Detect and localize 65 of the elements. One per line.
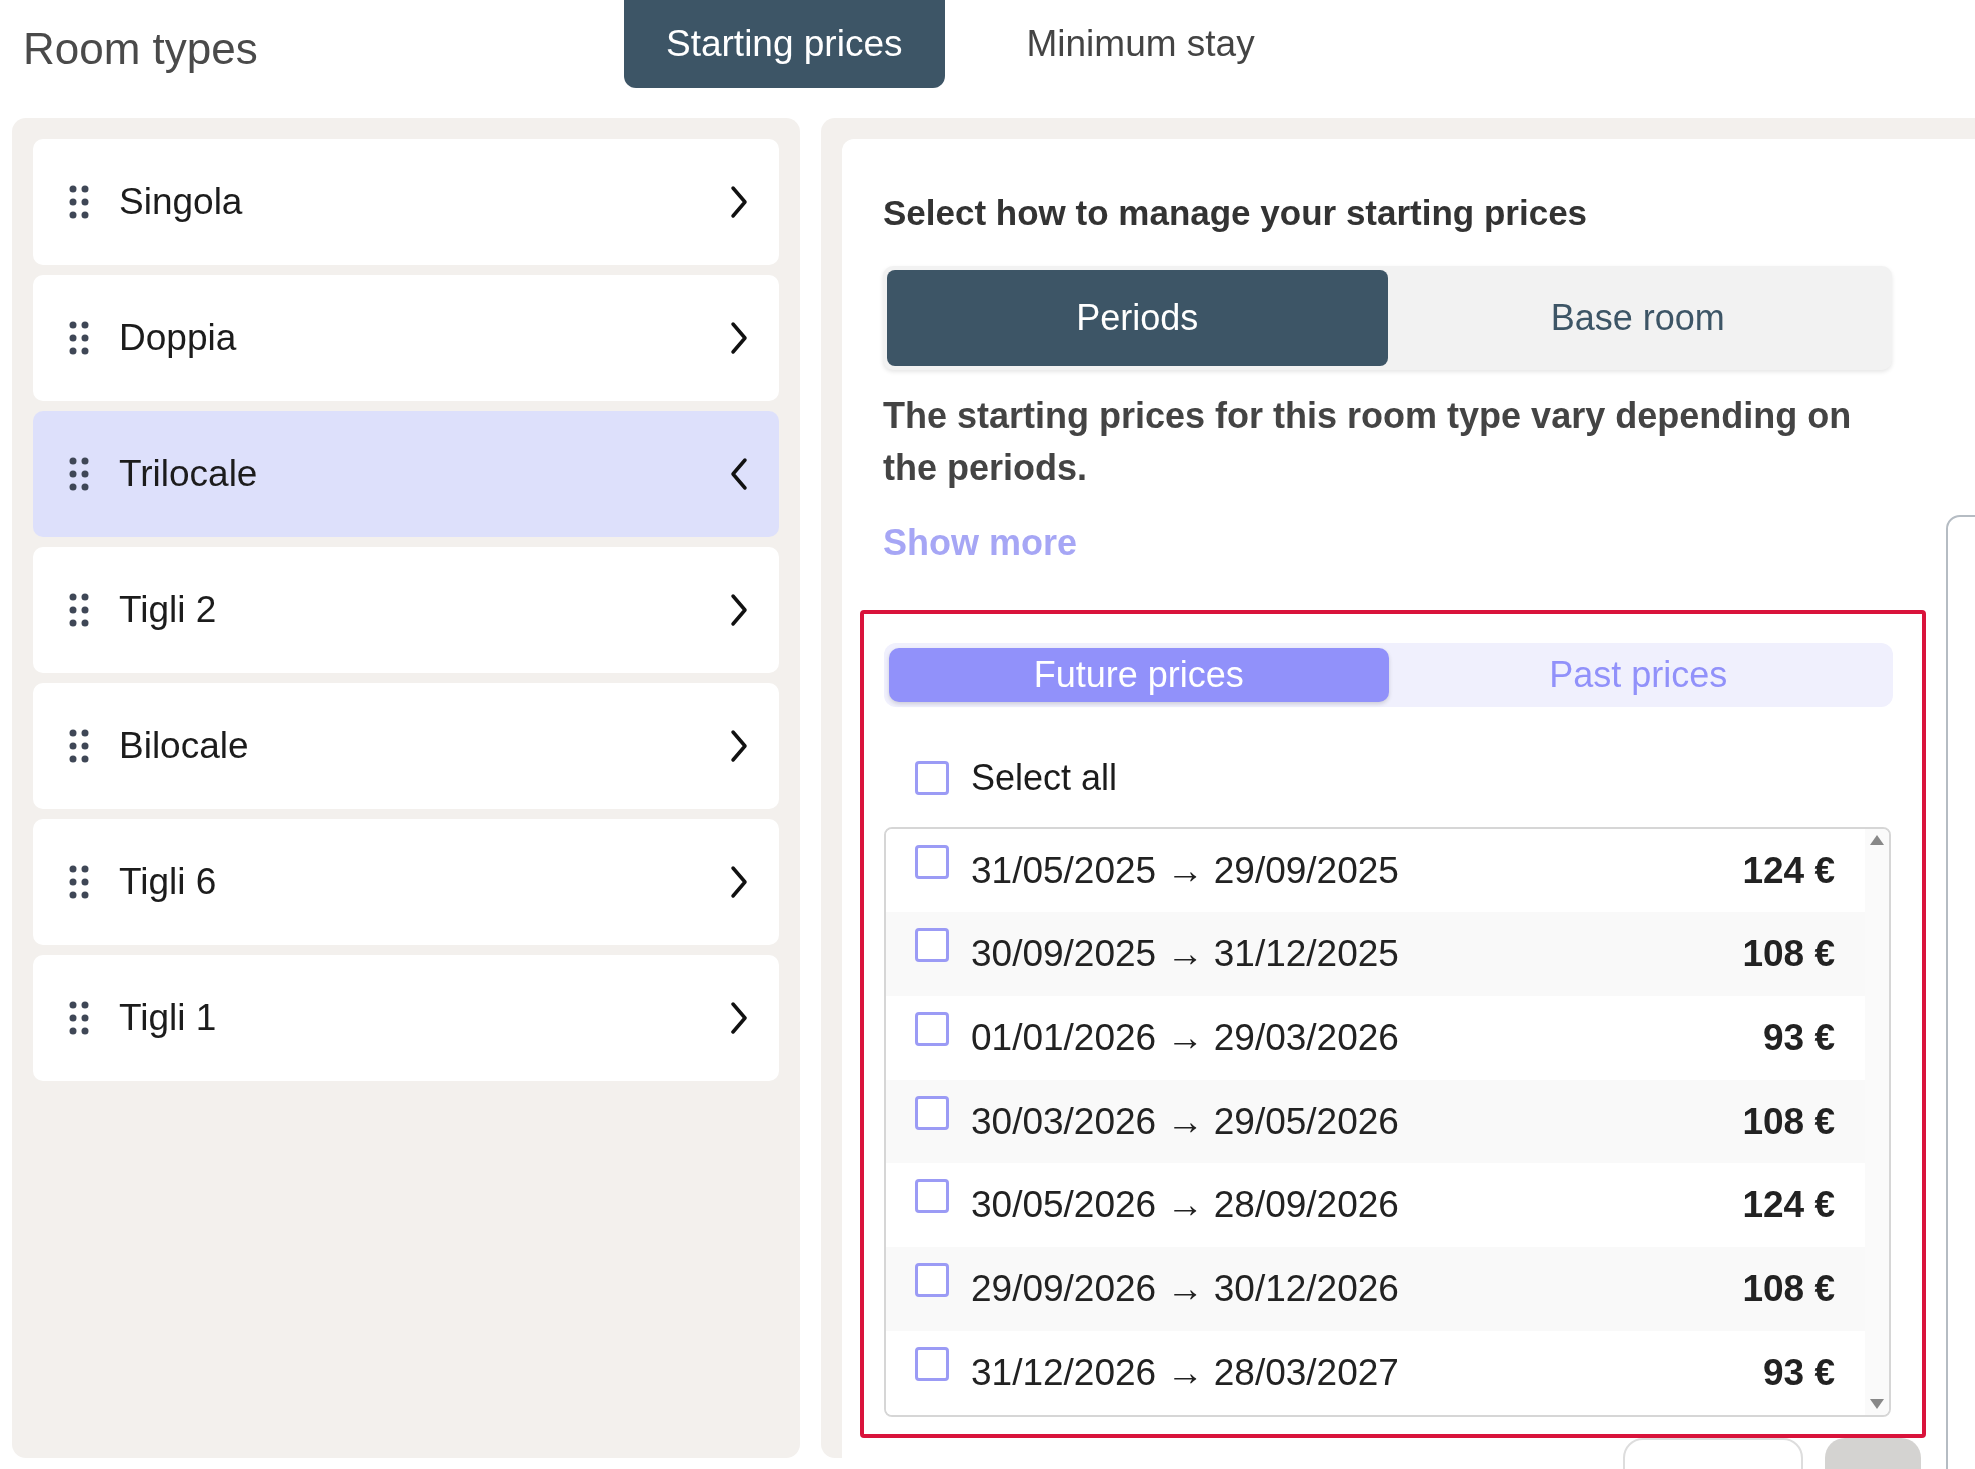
checkbox[interactable] bbox=[915, 1011, 949, 1046]
select-all-label: Select all bbox=[971, 755, 1118, 800]
page-title: Room types bbox=[23, 23, 259, 75]
chevron-right-icon[interactable] bbox=[729, 1001, 749, 1035]
period-price: 108 € bbox=[1742, 1267, 1835, 1312]
room-name: Trilocale bbox=[119, 452, 259, 497]
room-item[interactable]: Tigli 6 bbox=[33, 819, 779, 945]
room-name: Tigli 6 bbox=[119, 860, 218, 905]
period-price: 108 € bbox=[1742, 1099, 1835, 1144]
period-price: 124 € bbox=[1742, 848, 1835, 893]
checkbox[interactable] bbox=[915, 1263, 949, 1298]
filled-button[interactable] bbox=[1825, 1437, 1921, 1469]
period-range: 30/05/2026 → 28/09/2026 bbox=[971, 1183, 1400, 1228]
room-item[interactable]: Doppia bbox=[33, 275, 779, 401]
checkbox[interactable] bbox=[915, 1346, 949, 1381]
chevron-right-icon[interactable] bbox=[729, 185, 749, 219]
room-item[interactable]: Singola bbox=[33, 139, 779, 265]
period-range: 31/05/2025 → 29/09/2025 bbox=[971, 848, 1400, 893]
chevron-right-icon[interactable] bbox=[729, 321, 749, 355]
room-name: Tigli 1 bbox=[119, 996, 218, 1041]
period-row[interactable]: 30/09/2025 → 31/12/2025 108 € bbox=[886, 912, 1865, 996]
room-name: Tigli 2 bbox=[119, 588, 218, 633]
outline-button[interactable] bbox=[1623, 1437, 1803, 1469]
room-item[interactable]: Tigli 1 bbox=[33, 955, 779, 1081]
room-name: Singola bbox=[119, 180, 244, 225]
checkbox[interactable] bbox=[915, 1179, 949, 1214]
period-range: 30/09/2025 → 31/12/2025 bbox=[971, 932, 1400, 977]
tab[interactable]: Starting prices bbox=[624, 0, 945, 88]
period-range: 01/01/2026 → 29/03/2026 bbox=[971, 1016, 1400, 1061]
period-range: 29/09/2026 → 30/12/2026 bbox=[971, 1267, 1400, 1312]
period-row[interactable]: 29/09/2026 → 30/12/2026 108 € bbox=[886, 1247, 1865, 1331]
period-price: 93 € bbox=[1763, 1350, 1835, 1395]
period-price: 108 € bbox=[1742, 932, 1835, 977]
drag-handle-icon[interactable] bbox=[69, 457, 89, 491]
period-price: 93 € bbox=[1763, 1016, 1835, 1061]
chevron-right-icon[interactable] bbox=[729, 865, 749, 899]
checkbox[interactable] bbox=[915, 928, 949, 963]
mode-option[interactable]: Base room bbox=[1387, 269, 1888, 366]
room-item[interactable]: Trilocale bbox=[33, 411, 779, 537]
drag-handle-icon[interactable] bbox=[69, 1001, 89, 1035]
mode-option[interactable]: Periods bbox=[887, 269, 1388, 366]
drag-handle-icon[interactable] bbox=[69, 185, 89, 219]
checkbox[interactable] bbox=[915, 1095, 949, 1130]
scroll-down-icon[interactable] bbox=[1870, 1398, 1884, 1409]
scroll-up-icon[interactable] bbox=[1870, 834, 1884, 845]
drag-handle-icon[interactable] bbox=[69, 865, 89, 899]
drag-handle-icon[interactable] bbox=[69, 729, 89, 763]
room-item[interactable]: Bilocale bbox=[33, 683, 779, 809]
chevron-left-icon[interactable] bbox=[729, 457, 749, 491]
period-price: 124 € bbox=[1742, 1183, 1835, 1228]
chevron-right-icon[interactable] bbox=[729, 593, 749, 627]
room-item[interactable]: Tigli 2 bbox=[33, 547, 779, 673]
drag-handle-icon[interactable] bbox=[69, 321, 89, 355]
section-heading: Select how to manage your starting prices bbox=[883, 192, 1589, 234]
chevron-right-icon[interactable] bbox=[729, 729, 749, 763]
checkbox[interactable] bbox=[915, 760, 949, 795]
tab[interactable]: Minimum stay bbox=[984, 0, 1297, 88]
description: The starting prices for this room type vary depending on the periods. bbox=[883, 393, 1853, 490]
drag-handle-icon[interactable] bbox=[69, 593, 89, 627]
room-name: Bilocale bbox=[119, 724, 250, 769]
period-range: 30/03/2026 → 29/05/2026 bbox=[971, 1099, 1400, 1144]
period-row[interactable]: 30/03/2026 → 29/05/2026 108 € bbox=[886, 1079, 1865, 1164]
checkbox[interactable] bbox=[915, 844, 949, 879]
period-range: 31/12/2026 → 28/03/2027 bbox=[971, 1350, 1400, 1395]
room-name: Doppia bbox=[119, 316, 238, 361]
